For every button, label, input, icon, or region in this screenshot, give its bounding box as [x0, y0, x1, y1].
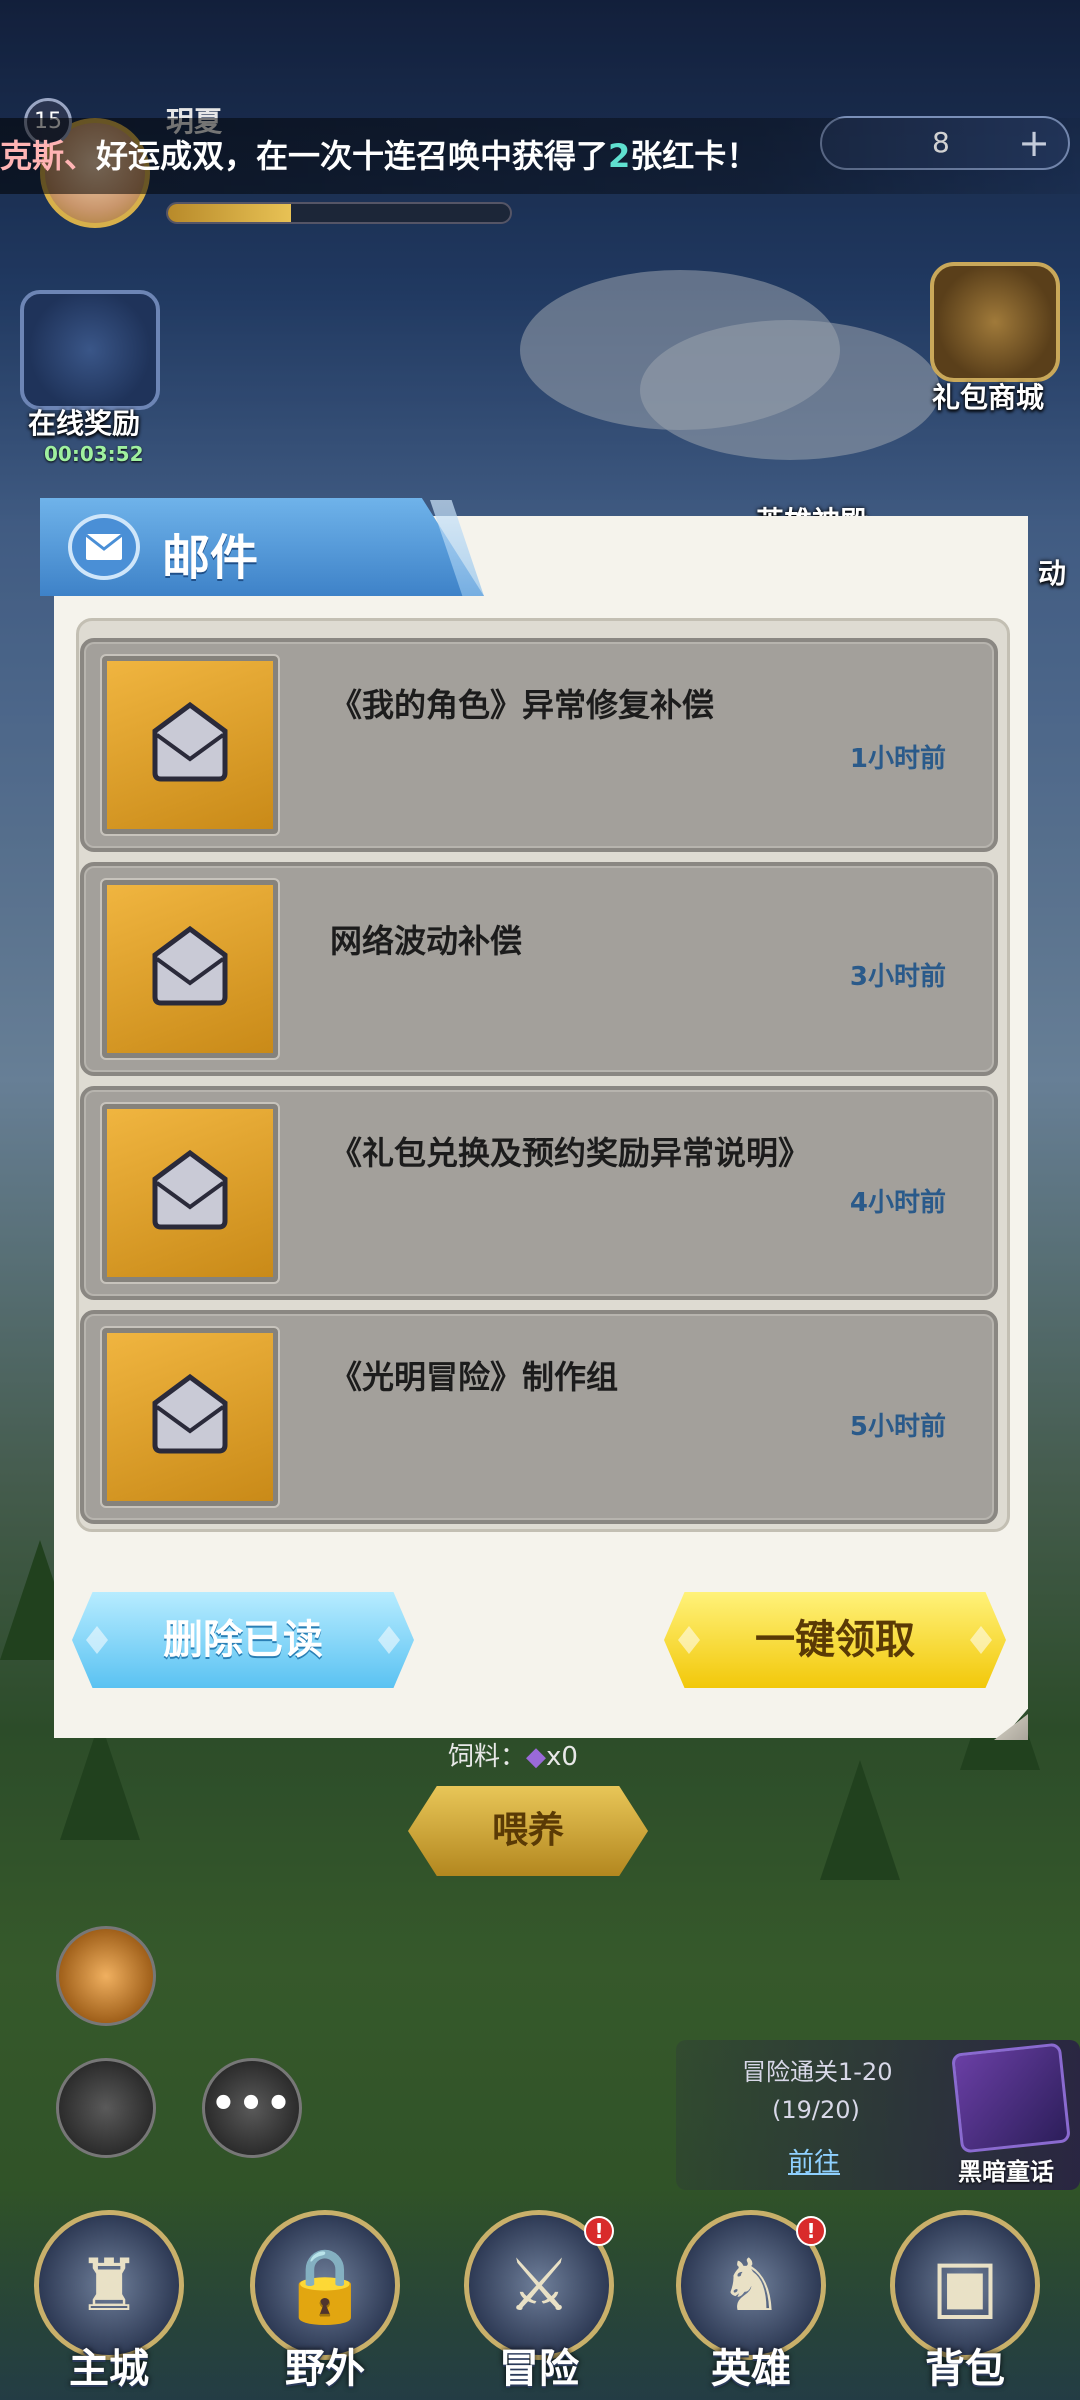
mail-envelope-icon: [100, 654, 280, 836]
diamond-deco-icon: [86, 1626, 108, 1654]
mail-envelope-icon: [100, 1102, 280, 1284]
quest-progress: (19/20): [772, 2096, 860, 2124]
mail-envelope-icon: [100, 1326, 280, 1508]
online-reward-label: 在线奖励: [28, 407, 141, 440]
mail-item-time: 5小时前: [849, 1412, 946, 1442]
delete-read-label: 删除已读: [163, 1617, 323, 1663]
nav-label: 野外: [285, 2346, 365, 2392]
nav-adventure[interactable]: ⚔ ! 冒险: [454, 2210, 624, 2400]
mail-item-time: 4小时前: [849, 1188, 946, 1218]
quest-title: 冒险通关1-20: [742, 2058, 893, 2086]
mail-item[interactable]: 《光明冒险》制作组 5小时前: [80, 1310, 998, 1524]
nav-label: 冒险: [499, 2346, 579, 2392]
nav-label: 英雄: [711, 2346, 791, 2392]
feed-crystal-icon: ◆: [526, 1742, 547, 1772]
mail-title: 邮件: [162, 530, 259, 586]
envelope-icon: [68, 514, 140, 580]
collect-all-label: 一键领取: [755, 1617, 915, 1663]
nav-label: 背包: [925, 2346, 1005, 2392]
chat-face-icon[interactable]: [56, 1926, 156, 2026]
nav-wild[interactable]: 🔒 野外: [240, 2210, 410, 2400]
feed-button[interactable]: 喂养: [408, 1786, 648, 1876]
more-options-icon[interactable]: •••: [202, 2058, 302, 2158]
dark-fairytale-book-icon[interactable]: [951, 2042, 1071, 2154]
quest-go-link[interactable]: 前往: [788, 2142, 840, 2179]
mail-item-time: 3小时前: [849, 962, 946, 992]
diamond-deco-icon: [678, 1626, 700, 1654]
nav-backpack[interactable]: ▣ 背包: [880, 2210, 1050, 2400]
announcement-marquee: 克斯、好运成双，在一次十连召唤中获得了2张红卡！: [0, 118, 1080, 194]
xp-bar: [166, 202, 512, 224]
mail-envelope-icon: [100, 878, 280, 1060]
feed-count: x0: [546, 1742, 578, 1772]
diamond-deco-icon: [378, 1626, 400, 1654]
mail-item[interactable]: 《礼包兑换及预约奖励异常说明》 4小时前: [80, 1086, 998, 1300]
mail-item-time: 1小时前: [849, 744, 946, 774]
mail-item-title: 《光明冒险》制作组: [330, 1358, 619, 1396]
marquee-highlight: 2: [608, 137, 631, 175]
event-label: 动: [1038, 557, 1067, 590]
alert-badge: !: [796, 2216, 826, 2246]
nav-heroes[interactable]: ♞ ! 英雄: [666, 2210, 836, 2400]
nav-label: 主城: [69, 2346, 149, 2392]
marquee-text: 好运成双，在一次十连召唤中获得了: [96, 137, 609, 175]
delete-read-button[interactable]: 删除已读: [72, 1592, 414, 1688]
gift-shop-label: 礼包商城: [932, 381, 1045, 414]
nav-main-city[interactable]: ♜ 主城: [24, 2210, 194, 2400]
marquee-text-end: 张红卡！: [630, 137, 759, 175]
mailbox-icon[interactable]: [56, 2058, 156, 2158]
mail-item[interactable]: 网络波动补偿 3小时前: [80, 862, 998, 1076]
feed-label: 饲料：◆x0: [448, 1736, 578, 1773]
online-reward-button[interactable]: [20, 290, 160, 410]
gift-shop-button[interactable]: [930, 262, 1060, 382]
quest-panel[interactable]: 冒险通关1-20 (19/20) 前往 黑暗童话: [676, 2040, 1080, 2190]
alert-badge: !: [584, 2216, 614, 2246]
bottom-nav: ♜ 主城 🔒 野外 ⚔ ! 冒险 ♞ ! 英雄 ▣ 背包: [0, 2190, 1080, 2400]
collect-all-button[interactable]: 一键领取: [664, 1592, 1006, 1688]
mail-item-title: 《我的角色》异常修复补偿: [330, 686, 715, 724]
marquee-player-name: 克斯、: [0, 137, 97, 175]
xp-bar-fill: [168, 204, 292, 222]
feed-label-text: 饲料：: [448, 1742, 527, 1772]
mail-item-title: 《礼包兑换及预约奖励异常说明》: [330, 1134, 811, 1172]
mail-item[interactable]: 《我的角色》异常修复补偿 1小时前: [80, 638, 998, 852]
online-reward-timer: 00:03:52: [44, 442, 144, 466]
diamond-deco-icon: [970, 1626, 992, 1654]
mail-item-title: 网络波动补偿: [330, 922, 523, 960]
quest-book-label: 黑暗童话: [958, 2158, 1054, 2186]
